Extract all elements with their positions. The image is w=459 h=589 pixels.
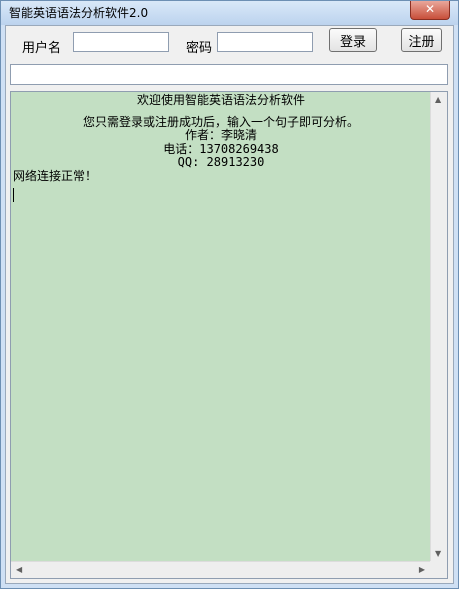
client-area: 用户名 密码 登录 注册 欢迎使用智能英语语法分析软件 您只需登录或注册成功后，… (5, 25, 454, 584)
sentence-input[interactable] (10, 64, 448, 85)
scrollbar-corner (430, 561, 447, 578)
network-status-line: 网络连接正常！ (13, 168, 98, 183)
author-line: 作者：李晓清 (184, 128, 257, 142)
output-content: 欢迎使用智能英语语法分析软件 您只需登录或注册成功后，输入一个句子即可分析。 作… (13, 93, 429, 183)
login-button[interactable]: 登录 (329, 28, 377, 52)
scroll-left-arrow-icon[interactable]: ◀ (16, 566, 22, 574)
scroll-down-arrow-icon[interactable]: ▼ (435, 550, 441, 558)
scroll-up-arrow-icon[interactable]: ▲ (435, 96, 441, 104)
welcome-line: 欢迎使用智能英语语法分析软件 (136, 93, 305, 107)
phone-line: 电话：13708269438 (163, 141, 279, 156)
window-title: 智能英语语法分析软件2.0 (9, 6, 149, 20)
qq-line: QQ: 28913230 (177, 155, 265, 169)
app-window: 智能英语语法分析软件2.0 ✕ 用户名 密码 登录 注册 欢迎使用智能英语语法分… (0, 0, 459, 589)
register-button[interactable]: 注册 (401, 28, 442, 52)
username-label: 用户名 (22, 41, 62, 56)
username-input[interactable] (73, 32, 169, 52)
output-textarea[interactable]: 欢迎使用智能英语语法分析软件 您只需登录或注册成功后，输入一个句子即可分析。 作… (10, 91, 448, 579)
close-button[interactable]: ✕ (410, 1, 450, 20)
close-icon: ✕ (424, 2, 436, 16)
scroll-right-arrow-icon[interactable]: ▶ (419, 566, 425, 574)
title-bar[interactable]: 智能英语语法分析软件2.0 ✕ (1, 1, 458, 25)
vertical-scrollbar[interactable]: ▲ ▼ (430, 92, 447, 562)
instruction-line: 您只需登录或注册成功后，输入一个句子即可分析。 (82, 114, 359, 129)
password-label: 密码 (186, 41, 213, 56)
horizontal-scrollbar[interactable]: ◀ ▶ (11, 561, 430, 578)
text-caret (13, 188, 14, 202)
password-input[interactable] (217, 32, 313, 52)
